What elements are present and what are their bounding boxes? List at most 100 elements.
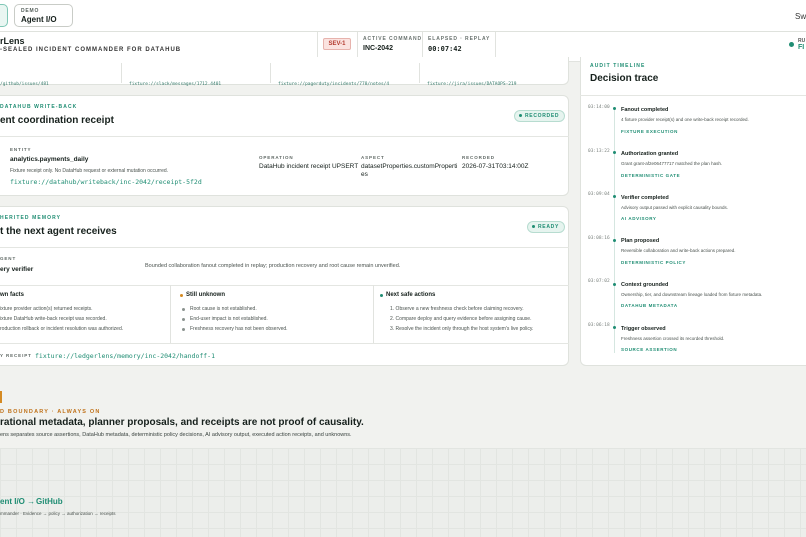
elapsed-label: ELAPSED · REPLAY: [428, 36, 491, 42]
active-command-value: INC-2042: [363, 45, 393, 52]
writeback-receipt-link[interactable]: fixture://datahub/writeback/inc-2042/rec…: [10, 178, 202, 186]
event-tag: SOURCE ASSERTION: [621, 347, 678, 352]
workspace-chip[interactable]: [0, 4, 8, 27]
divider: [373, 285, 374, 343]
divider: [0, 343, 569, 344]
evidence-link[interactable]: fixture://slack/messages/1712.4401: [129, 70, 221, 89]
memory-summary: Bounded collaboration fanout completed i…: [145, 263, 401, 269]
evidence-link[interactable]: fixture://jira/issues/DATAOPS-219: [427, 70, 516, 89]
operation-value: DataHub incident receipt UPSERT: [259, 163, 359, 170]
event-time: 03:13:22: [588, 149, 610, 154]
operation-label: OPERATION: [259, 155, 294, 160]
next-action: 1. Observe a new freshness check before …: [390, 306, 524, 312]
event-desc: 4 fixture provider receipt(s) and one wr…: [621, 117, 749, 122]
event-time: 03:09:04: [588, 192, 610, 197]
event-time: 03:14:00: [588, 105, 610, 110]
still-unknown-title: Still unknown: [186, 292, 225, 298]
entity-note: Fixture receipt only. No DataHub request…: [10, 168, 169, 174]
divider: [580, 95, 806, 96]
next-action: 3. Resolve the incident only through the…: [390, 326, 534, 332]
entity-value: analytics.payments_daily: [10, 156, 89, 163]
divider: [419, 63, 420, 83]
agent-label: GENT: [0, 256, 17, 261]
divider: [0, 285, 569, 286]
memory-title: t the next agent receives: [0, 226, 117, 237]
divider: [0, 136, 569, 137]
event-tag: AI ADVISORY: [621, 216, 657, 221]
known-fact: ixture DataHub write-back receipt was re…: [0, 316, 107, 322]
event-desc: Advisory output passed with explicit cau…: [621, 205, 729, 210]
event-title: Trigger observed: [621, 326, 666, 332]
event-dot-icon: [613, 283, 616, 286]
timeline-kicker: AUDIT TIMELINE: [590, 63, 646, 69]
evidence-link[interactable]: /github/issues/481: [0, 70, 49, 89]
top-bar: [0, 0, 806, 32]
timeline-title: Decision trace: [590, 73, 659, 84]
divider: [270, 63, 271, 83]
event-desc: Grant grant-af2e06477717 matched the pla…: [621, 161, 723, 166]
event-title: Fanout completed: [621, 107, 669, 113]
known-facts-title: wn facts: [0, 292, 25, 298]
event-title: Authorization granted: [621, 151, 679, 157]
event-tag: DETERMINISTIC POLICY: [621, 260, 687, 265]
known-fact: roduction rollback or incident resolutio…: [0, 326, 124, 332]
run-value: FI: [798, 44, 805, 51]
writeback-kicker: DATAHUB WRITE-BACK: [0, 104, 78, 110]
event-tag: DETERMINISTIC GATE: [621, 173, 681, 178]
boundary-desc: ens separates source assertions, DataHub…: [0, 432, 352, 438]
recorded-badge: RECORDED: [514, 110, 566, 122]
run-status-dot: [789, 42, 794, 47]
github-link[interactable]: GitHub: [36, 497, 63, 506]
aspect-label: ASPECT: [361, 155, 385, 160]
event-title: Verifier completed: [621, 195, 669, 201]
divider: [0, 247, 569, 248]
memory-kicker: HERITED MEMORY: [0, 215, 62, 221]
evidence-link[interactable]: fixture://pagerduty/incidents/778/notes/…: [278, 70, 389, 89]
event-desc: Ownership, tier, and downstream lineage …: [621, 292, 763, 297]
bullet-icon: [182, 308, 185, 311]
unknown-item: End-user impact is not established.: [190, 316, 268, 322]
switch-link[interactable]: Swi: [795, 12, 806, 21]
event-desc: Reversible collaboration and write-back …: [621, 248, 736, 253]
active-command-label: ACTIVE COMMAND: [363, 36, 422, 42]
event-time: 03:07:02: [588, 279, 610, 284]
event-dot-icon: [613, 195, 616, 198]
timeline-rail: [614, 108, 615, 353]
warning-dot-icon: [180, 294, 183, 297]
event-tag: FIXTURE EXECUTION: [621, 129, 678, 134]
event-tag: DATAHUB METADATA: [621, 303, 678, 308]
demo-mode-selector[interactable]: DEMO Agent I/O: [14, 4, 73, 27]
ready-badge: READY: [527, 221, 566, 233]
footer-brand-link[interactable]: ent I/O →: [0, 497, 35, 506]
unknown-item: Root cause is not established.: [190, 306, 257, 312]
event-time: 03:08:16: [588, 236, 610, 241]
boundary-kicker: D BOUNDARY · ALWAYS ON: [0, 409, 101, 415]
footer-subtitle: mmander · Evidence → policy → authorizat…: [0, 511, 116, 516]
event-dot-icon: [613, 239, 616, 242]
next-action: 2. Compare deploy and query evidence bef…: [390, 316, 532, 322]
next-safe-actions-title: Next safe actions: [386, 292, 436, 298]
divider: [170, 285, 171, 343]
aspect-value-wrap: es: [361, 171, 368, 178]
event-dot-icon: [613, 326, 616, 329]
boundary-accent: [0, 391, 2, 403]
agent-value: ery verifier: [0, 266, 34, 273]
aspect-value: datasetProperties.customProperti: [361, 163, 458, 170]
divider: [121, 63, 122, 83]
unknown-item: Freshness recovery has not been observed…: [190, 326, 288, 332]
demo-label: DEMO: [21, 8, 40, 14]
memory-receipt-link[interactable]: fixture://ledgerlens/memory/inc-2042/han…: [35, 352, 215, 360]
event-dot-icon: [613, 107, 616, 110]
bullet-icon: [182, 318, 185, 321]
known-fact: ixture provider action(s) returned recei…: [0, 306, 93, 312]
event-title: Plan proposed: [621, 238, 660, 244]
footer: [0, 448, 806, 537]
app-name: rLens: [0, 36, 25, 46]
entity-label: ENTITY: [10, 147, 32, 152]
next-actions-dot-icon: [380, 294, 383, 297]
elapsed-value: 00:07:42: [428, 45, 462, 53]
severity-badge: SEV-1: [323, 38, 351, 50]
event-time: 03:06:18: [588, 323, 610, 328]
event-desc: Freshness assertion crossed its recorded…: [621, 336, 725, 341]
bullet-icon: [182, 328, 185, 331]
